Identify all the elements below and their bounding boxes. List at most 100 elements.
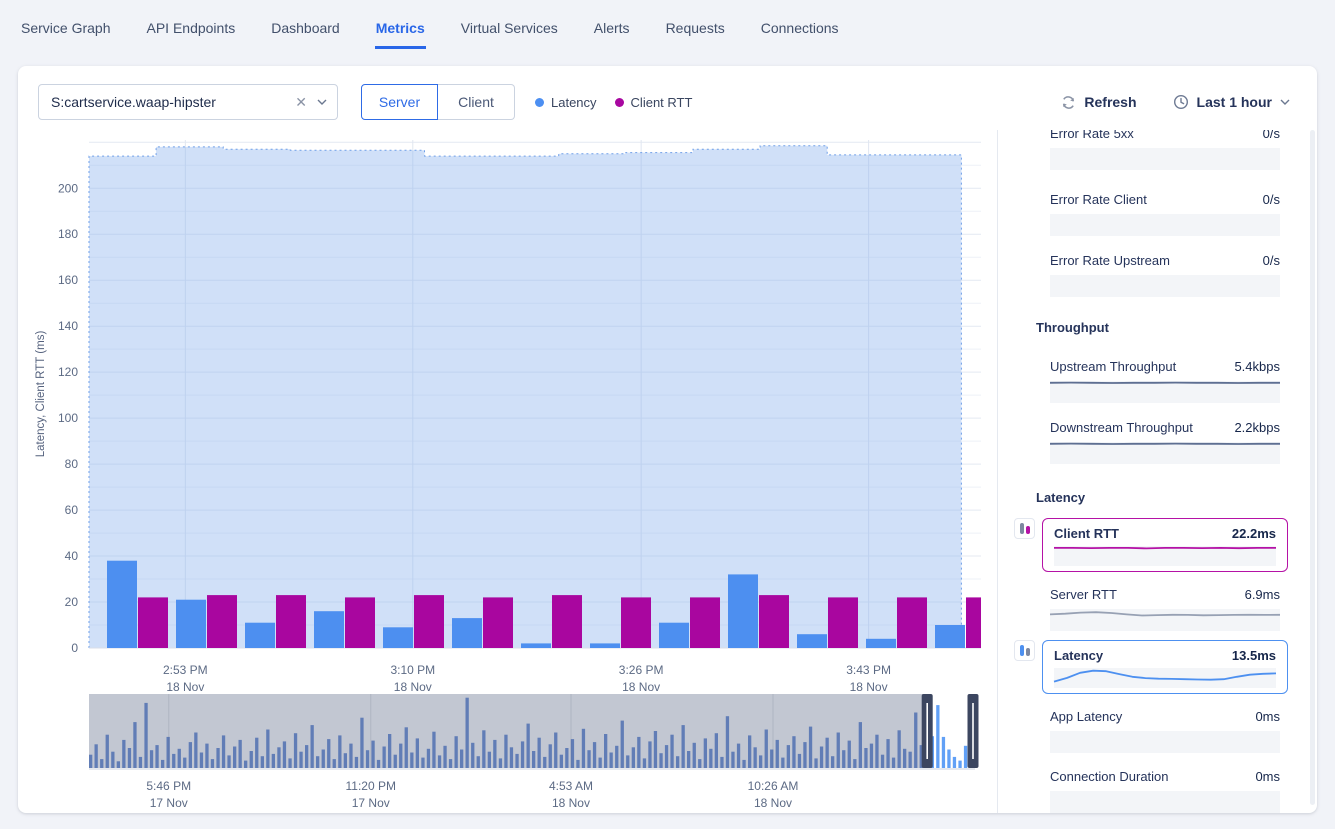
latency-bar	[452, 618, 482, 648]
latency-bar	[521, 643, 551, 648]
metrics-sidebar: Error Rate 5xx0/s Error Rate Client0/s Err…	[998, 130, 1309, 813]
latency-bar	[107, 561, 137, 648]
tab-virtual-services[interactable]: Virtual Services	[460, 14, 559, 49]
client-rtt-bar	[690, 597, 720, 648]
section-header-throughput: Throughput	[1036, 320, 1266, 335]
client-rtt-bar	[138, 597, 168, 648]
svg-text:17 Nov: 17 Nov	[150, 796, 188, 810]
metric-sparkline	[1050, 609, 1280, 631]
client-rtt-bar	[276, 595, 306, 648]
svg-text:40: 40	[65, 549, 79, 563]
latency-bar	[866, 639, 896, 648]
metrics-panel: S:cartservice.waap-hipster ✕ Server Clie…	[18, 66, 1317, 813]
svg-text:3:10 PM: 3:10 PM	[390, 663, 435, 677]
legend-dot-icon	[535, 98, 544, 107]
svg-text:80: 80	[65, 457, 79, 471]
client-rtt-bar	[966, 597, 981, 648]
latency-bar	[314, 611, 344, 648]
chevron-down-icon[interactable]	[317, 99, 327, 105]
latency-bar	[245, 623, 275, 648]
metric-sparkline	[1050, 275, 1280, 297]
legend-item-client-rtt[interactable]: Client RTT	[615, 95, 693, 110]
chart-toggle-icon-client-rtt[interactable]	[1014, 518, 1035, 539]
refresh-icon	[1061, 95, 1076, 110]
mode-toggle: Server Client	[361, 84, 515, 120]
sidebar-scrollbar[interactable]	[1310, 130, 1315, 805]
mode-server-button[interactable]: Server	[361, 84, 438, 120]
toolbar: S:cartservice.waap-hipster ✕ Server Clie…	[38, 84, 1290, 120]
brush-handle-left[interactable]	[922, 694, 933, 768]
svg-text:18 Nov: 18 Nov	[166, 680, 204, 692]
latency-bar	[728, 574, 758, 648]
svg-text:18 Nov: 18 Nov	[552, 796, 590, 810]
tab-requests[interactable]: Requests	[665, 14, 726, 49]
refresh-button[interactable]: Refresh	[1061, 94, 1136, 110]
legend-item-latency[interactable]: Latency	[535, 95, 597, 110]
svg-text:10:26 AM: 10:26 AM	[748, 779, 799, 793]
client-rtt-bar	[897, 597, 927, 648]
metric-upstream-throughput[interactable]: Upstream Throughput5.4kbps	[1050, 359, 1280, 403]
metric-app-latency[interactable]: App Latency0ms	[1050, 709, 1280, 753]
metric-downstream-throughput[interactable]: Downstream Throughput2.2kbps	[1050, 420, 1280, 464]
metric-sparkline	[1050, 381, 1280, 403]
latency-bar	[176, 600, 206, 648]
tab-alerts[interactable]: Alerts	[593, 14, 631, 49]
client-rtt-bar	[828, 597, 858, 648]
chart-toggle-icon-latency[interactable]	[1014, 640, 1035, 661]
svg-text:11:20 PM: 11:20 PM	[346, 779, 396, 793]
client-rtt-bar	[414, 595, 444, 648]
tab-api-endpoints[interactable]: API Endpoints	[145, 14, 236, 49]
brush-handle-right[interactable]	[968, 694, 979, 768]
time-range-selector[interactable]: Last 1 hour	[1173, 94, 1290, 110]
latency-client-rtt-chart[interactable]: 0204060801001201401601802002:53 PM18 Nov…	[18, 130, 997, 692]
metric-client-rtt-selected[interactable]: Client RTT22.2ms	[1042, 518, 1288, 572]
client-rtt-bar	[207, 595, 237, 648]
metric-sparkline	[1050, 148, 1280, 170]
metric-sparkline	[1054, 546, 1276, 566]
client-rtt-bar	[483, 597, 513, 648]
section-header-latency: Latency	[1036, 490, 1266, 505]
svg-text:Latency, Client RTT (ms): Latency, Client RTT (ms)	[35, 331, 47, 458]
tab-dashboard[interactable]: Dashboard	[270, 14, 341, 49]
svg-text:4:53 AM: 4:53 AM	[549, 779, 593, 793]
svg-text:3:43 PM: 3:43 PM	[846, 663, 891, 677]
mode-client-button[interactable]: Client	[438, 84, 515, 120]
chevron-down-icon	[1280, 99, 1290, 105]
latency-bar	[659, 623, 689, 648]
metric-sparkline	[1050, 442, 1280, 464]
service-filter[interactable]: S:cartservice.waap-hipster ✕	[38, 84, 338, 120]
tab-connections[interactable]: Connections	[760, 14, 840, 49]
latency-bar	[383, 627, 413, 648]
top-nav: Service Graph API Endpoints Dashboard Metri…	[0, 0, 1335, 60]
tab-service-graph[interactable]: Service Graph	[20, 14, 111, 49]
svg-text:5:46 PM: 5:46 PM	[146, 779, 191, 793]
metric-error-rate-client[interactable]: Error Rate Client0/s	[1050, 192, 1280, 236]
metric-sparkline	[1050, 731, 1280, 753]
svg-text:18 Nov: 18 Nov	[394, 680, 432, 692]
metric-connection-duration[interactable]: Connection Duration0ms	[1050, 769, 1280, 813]
latency-bar	[797, 634, 827, 648]
svg-text:2:53 PM: 2:53 PM	[163, 663, 208, 677]
svg-text:120: 120	[58, 365, 78, 379]
metric-server-rtt[interactable]: Server RTT6.9ms	[1050, 587, 1280, 631]
metric-latency-selected[interactable]: Latency13.5ms	[1042, 640, 1288, 694]
svg-text:200: 200	[58, 181, 78, 195]
svg-text:0: 0	[71, 641, 78, 655]
metric-sparkline	[1054, 668, 1276, 688]
clear-filter-icon[interactable]: ✕	[295, 94, 307, 111]
metric-error-rate-5xx[interactable]: Error Rate 5xx0/s	[1050, 130, 1280, 170]
svg-text:100: 100	[58, 411, 78, 425]
timeline-brush[interactable]: 5:46 PM17 Nov11:20 PM17 Nov4:53 AM18 Nov…	[18, 692, 997, 813]
tab-metrics[interactable]: Metrics	[375, 14, 426, 49]
metric-sparkline	[1050, 791, 1280, 813]
latency-bar	[590, 643, 620, 648]
latency-bar	[935, 625, 965, 648]
service-filter-value: S:cartservice.waap-hipster	[51, 94, 289, 110]
client-rtt-bar	[345, 597, 375, 648]
refresh-label: Refresh	[1084, 94, 1136, 110]
svg-text:18 Nov: 18 Nov	[754, 796, 792, 810]
metric-error-rate-upstream[interactable]: Error Rate Upstream0/s	[1050, 253, 1280, 297]
svg-text:20: 20	[65, 595, 79, 609]
svg-text:160: 160	[58, 273, 78, 287]
client-rtt-bar	[552, 595, 582, 648]
